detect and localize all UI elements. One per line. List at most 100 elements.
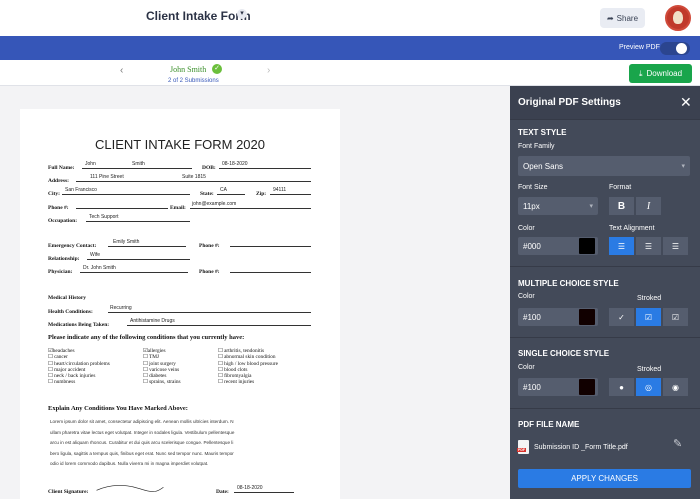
font-family-select[interactable]: Open Sans ▾ (518, 156, 690, 176)
mc-style-check-button[interactable]: ✓ (609, 308, 634, 326)
chevron-down-icon: ▾ (681, 163, 685, 170)
align-right-button[interactable]: ☰ (663, 237, 688, 255)
share-button[interactable]: ➦ Share (600, 8, 645, 28)
occupation-value: Tech Support (89, 214, 119, 220)
mc-color-label: Color (518, 293, 535, 300)
text-color-swatch[interactable] (578, 237, 596, 255)
italic-button[interactable]: I (636, 197, 661, 215)
pdf-page: CLIENT INTAKE FORM 2020 Full Name: John … (20, 109, 340, 499)
explain-line: Lorem ipsum dolor sit amet, consectetur … (50, 419, 234, 424)
submission-count: 2 of 2 Submissions (168, 78, 219, 84)
physician-phone-line (230, 265, 311, 273)
email-value: john@example.com (192, 201, 237, 207)
apply-changes-button[interactable]: APPLY CHANGES (518, 469, 691, 488)
occupation-label: Occupation: (48, 218, 78, 224)
pdf-settings-panel: Original PDF Settings ✕ TEXT STYLE Font … (510, 86, 700, 499)
text-color-value: #000 (523, 241, 541, 251)
sc-color-swatch[interactable] (578, 378, 596, 396)
conditions-question: Please indicate any of the following con… (48, 334, 245, 341)
radio-outline-icon: ◎ (645, 382, 652, 392)
mc-stroked-label: Stroked (637, 295, 662, 302)
sc-stroked-label: Stroked (637, 366, 662, 373)
explain-conditions-label: Explain Any Conditions You Have Marked A… (48, 405, 188, 412)
dob-value: 08-18-2020 (222, 161, 248, 167)
health-conditions-line (108, 305, 311, 313)
relationship-line (87, 252, 190, 260)
share-arrow-icon: ➦ (606, 13, 614, 23)
download-button[interactable]: ⤓ Download (629, 64, 692, 83)
condition-checkbox[interactable]: ☐ abnormal skin condition (218, 354, 278, 360)
city-value: San Francisco (65, 187, 97, 193)
explain-line: odio id lorem commodo dapibus. Nulla viv… (50, 461, 209, 466)
radio-filled-icon: ◉ (672, 382, 679, 392)
text-color-label: Color (518, 225, 535, 232)
font-size-value: 11px (523, 201, 540, 211)
align-left-button[interactable]: ☰ (609, 237, 634, 255)
condition-checkbox[interactable]: ☐ high / low blood pressure (218, 361, 278, 367)
pdf-file-icon (517, 440, 529, 454)
italic-label: I (646, 200, 651, 212)
font-family-label: Font Family (518, 143, 555, 150)
signature-date-label: Date: (216, 489, 229, 495)
panel-header: Original PDF Settings ✕ (510, 86, 700, 120)
bold-label: B (617, 200, 626, 212)
explain-line: bero ligula, sagittis a tempus quis, fin… (50, 450, 234, 456)
multiple-choice-heading: MULTIPLE CHOICE STYLE (518, 279, 619, 288)
panel-title: Original PDF Settings (518, 97, 621, 108)
relationship-value: Wife (90, 252, 100, 258)
condition-checkbox[interactable]: ☐ sprains, strains (143, 379, 181, 385)
pencil-icon[interactable]: ✎ (673, 437, 682, 450)
text-alignment-label: Text Alignment (609, 225, 655, 232)
format-label: Format (609, 184, 632, 191)
bold-button[interactable]: B (609, 197, 634, 215)
zip-label: Zip: (256, 191, 267, 197)
emergency-contact-value: Emily Smith (113, 239, 140, 245)
first-name-value: John (85, 161, 96, 167)
sc-style-dot-button[interactable]: ● (609, 378, 634, 396)
divider (510, 337, 700, 338)
close-icon[interactable]: ✕ (680, 94, 692, 111)
city-label: City: (48, 191, 60, 197)
mc-color-value: #100 (523, 312, 541, 322)
condition-checkbox[interactable]: ☐ numbness (48, 379, 110, 385)
full-name-label: Full Name: (48, 165, 75, 171)
preview-pdf-toggle[interactable] (660, 42, 690, 55)
chevron-down-icon[interactable]: ▾ (237, 9, 247, 19)
mc-style-filled-button[interactable]: ☑ (663, 308, 688, 326)
align-center-button[interactable]: ☰ (636, 237, 661, 255)
top-header: Client Intake Form ▾ ➦ Share (0, 0, 700, 36)
sc-color-value: #100 (523, 382, 541, 392)
condition-checkbox[interactable]: ☐ recent injuries (218, 379, 278, 385)
address-label: Address: (48, 178, 69, 184)
mc-style-stroked-button[interactable]: ☑ (636, 308, 661, 326)
conditions-column-3: ☐ arthritis, tendonitis ☐ abnormal skin … (218, 348, 278, 386)
condition-checkbox[interactable]: ☐ heart/circulation problems (48, 361, 110, 367)
form-title[interactable]: Client Intake Form (146, 9, 251, 23)
submission-name: John Smith (170, 65, 207, 74)
physician-label: Physician: (48, 269, 73, 275)
font-size-select[interactable]: 11px ▾ (518, 197, 598, 215)
submission-nav: ‹ John Smith ✓ 2 of 2 Submissions › ⤓ Do… (0, 60, 700, 86)
signature-date-value: 08-18-2020 (237, 485, 263, 491)
download-icon: ⤓ (638, 68, 643, 78)
street-value: 111 Pine Street (90, 174, 124, 180)
avatar[interactable] (665, 5, 691, 31)
chevron-left-icon[interactable]: ‹ (120, 65, 123, 76)
emergency-contact-label: Emergency Contact: (48, 243, 97, 249)
phone-line (76, 201, 168, 209)
sc-style-filled-button[interactable]: ◉ (663, 378, 688, 396)
explain-conditions-text: Lorem ipsum dolor sit amet, consectetur … (50, 417, 305, 470)
preview-pdf-label: Preview PDF (619, 44, 660, 51)
sc-color-label: Color (518, 364, 535, 371)
client-signature-label: Client Signature: (48, 489, 89, 495)
pdf-file-name-value: Submission ID _Form Title.pdf (534, 443, 628, 451)
sc-style-stroked-button[interactable]: ◎ (636, 378, 661, 396)
mc-color-swatch[interactable] (578, 308, 596, 326)
pdf-file-name-field[interactable]: Submission ID _Form Title.pdf (517, 438, 690, 456)
chevron-right-icon[interactable]: › (267, 65, 270, 76)
explain-line: arcu in est aliquam rhoncus. Curabitur e… (50, 440, 234, 445)
align-left-icon: ☰ (617, 241, 626, 251)
condition-checkbox[interactable]: ☐ joint surgery (143, 361, 181, 367)
check-icon: ✓ (212, 64, 222, 74)
relationship-label: Relationship: (48, 256, 80, 262)
